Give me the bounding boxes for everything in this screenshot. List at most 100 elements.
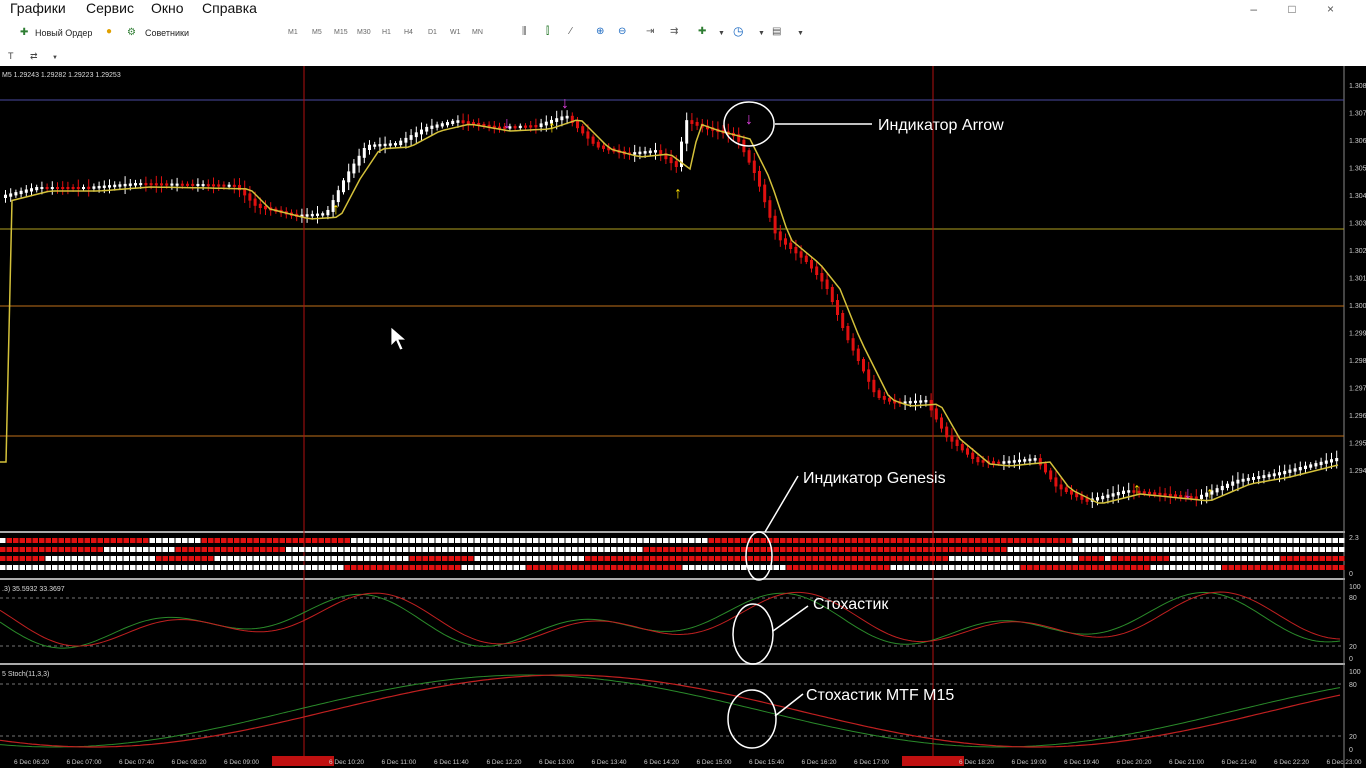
genesis-cell	[1020, 547, 1026, 552]
genesis-cell	[1202, 565, 1208, 570]
genesis-cell	[598, 565, 604, 570]
genesis-cell	[325, 547, 331, 552]
tf-mn[interactable]: MN	[472, 28, 483, 38]
genesis-cell	[286, 565, 292, 570]
chart-canvas[interactable]: ↑ ↑ ↑ ↑ ↑ ↓ ↓ ↓ ↓ M5 1.29243 1.29282 1.29223 1.29…	[0, 66, 1366, 768]
genesis-cell	[247, 538, 253, 543]
zoom-in-icon[interactable]: ⊕	[596, 26, 604, 38]
genesis-cell	[624, 565, 630, 570]
genesis-cell	[552, 565, 558, 570]
candle-body	[342, 180, 345, 193]
genesis-cell	[1339, 556, 1345, 561]
genesis-cell	[325, 565, 331, 570]
templates-icon[interactable]: ▤	[772, 26, 781, 38]
candle-body	[66, 187, 70, 189]
arrows-tool-icon[interactable]: ⇄	[30, 50, 38, 62]
menu-service[interactable]: Сервис	[86, 0, 134, 17]
genesis-cell	[1196, 547, 1202, 552]
candle-body	[1309, 464, 1313, 468]
indicators-icon[interactable]: ✚	[698, 26, 706, 38]
candle-body	[945, 426, 949, 438]
candle-body	[394, 143, 397, 146]
tf-m1[interactable]: M1	[288, 28, 298, 38]
tf-d1[interactable]: D1	[428, 28, 437, 38]
genesis-cell	[279, 538, 285, 543]
genesis-cell	[903, 547, 909, 552]
candle-body	[1049, 470, 1053, 480]
genesis-cell	[0, 565, 6, 570]
genesis-cell	[455, 565, 461, 570]
tf-h1[interactable]: H1	[382, 28, 391, 38]
genesis-cell	[1287, 538, 1293, 543]
genesis-cell	[604, 538, 610, 543]
genesis-cell	[344, 556, 350, 561]
genesis-cell	[955, 556, 961, 561]
chevron-down-icon[interactable]: ▼	[797, 28, 804, 40]
autoscroll-icon[interactable]: ⇉	[670, 26, 678, 38]
genesis-cell	[58, 547, 64, 552]
candle-chart-icon[interactable]: ⫿	[546, 26, 549, 38]
genesis-cell	[448, 565, 454, 570]
genesis-cell	[734, 565, 740, 570]
genesis-cell	[773, 565, 779, 570]
genesis-cell	[676, 547, 682, 552]
bar-chart-icon[interactable]: ⫼	[522, 26, 527, 38]
genesis-cell	[702, 538, 708, 543]
genesis-cell	[338, 538, 344, 543]
genesis-cell	[1144, 556, 1150, 561]
genesis-cell	[19, 565, 25, 570]
genesis-cell	[1176, 565, 1182, 570]
genesis-cell	[695, 547, 701, 552]
genesis-cell	[1118, 547, 1124, 552]
tf-m15[interactable]: M15	[334, 28, 348, 38]
genesis-cell	[604, 556, 610, 561]
genesis-cell	[1196, 565, 1202, 570]
genesis-cell	[650, 547, 656, 552]
line-chart-icon[interactable]: ∕	[570, 26, 572, 38]
chevron-down-icon[interactable]: ▼	[52, 52, 58, 64]
genesis-cell	[396, 547, 402, 552]
tf-m5[interactable]: M5	[312, 28, 322, 38]
candle-body	[1324, 460, 1328, 464]
menu-charts[interactable]: Графики	[10, 0, 66, 17]
mtf-tick-label: 80	[1349, 682, 1357, 689]
genesis-cell	[1176, 538, 1182, 543]
tf-h4[interactable]: H4	[404, 28, 413, 38]
genesis-cell	[812, 538, 818, 543]
genesis-cell	[689, 547, 695, 552]
genesis-cell	[435, 565, 441, 570]
genesis-cell	[572, 547, 578, 552]
autotrading-icon[interactable]: ●	[106, 26, 112, 38]
chart-shift-icon[interactable]: ⇥	[646, 26, 654, 38]
genesis-cell	[156, 556, 162, 561]
genesis-cell	[572, 565, 578, 570]
chart-window[interactable]: ↑ ↑ ↑ ↑ ↑ ↓ ↓ ↓ ↓ M5 1.29243 1.29282 1.29223 1.29…	[0, 66, 1366, 768]
chevron-down-icon[interactable]: ▼	[718, 28, 725, 40]
candle-body	[186, 183, 189, 186]
menu-window[interactable]: Окно	[151, 0, 184, 17]
genesis-cell	[279, 565, 285, 570]
genesis-cell	[188, 565, 194, 570]
text-tool-icon[interactable]: T	[8, 50, 14, 62]
periods-icon[interactable]: ◷	[733, 25, 743, 37]
time-tick-label: 6 Dec 16:20	[802, 759, 837, 766]
genesis-cell	[1189, 556, 1195, 561]
window-controls[interactable]: – □ ×	[1250, 2, 1348, 16]
genesis-cell	[533, 556, 539, 561]
genesis-cell	[624, 556, 630, 561]
zoom-out-icon[interactable]: ⊖	[618, 26, 626, 38]
chevron-down-icon[interactable]: ▼	[758, 28, 765, 40]
new-order-button[interactable]: Новый Ордер	[35, 27, 92, 39]
candle-body	[1106, 494, 1110, 498]
menu-help[interactable]: Справка	[202, 0, 257, 17]
tf-w1[interactable]: W1	[450, 28, 461, 38]
stoch-main-line	[0, 591, 1341, 649]
advisors-button[interactable]: Советники	[145, 27, 189, 39]
genesis-cell	[208, 556, 214, 561]
candle-body	[232, 184, 236, 187]
candle-body	[1272, 473, 1276, 477]
candle-body	[1168, 493, 1172, 497]
tf-m30[interactable]: M30	[357, 28, 371, 38]
genesis-cell	[494, 538, 500, 543]
genesis-cell	[84, 538, 90, 543]
